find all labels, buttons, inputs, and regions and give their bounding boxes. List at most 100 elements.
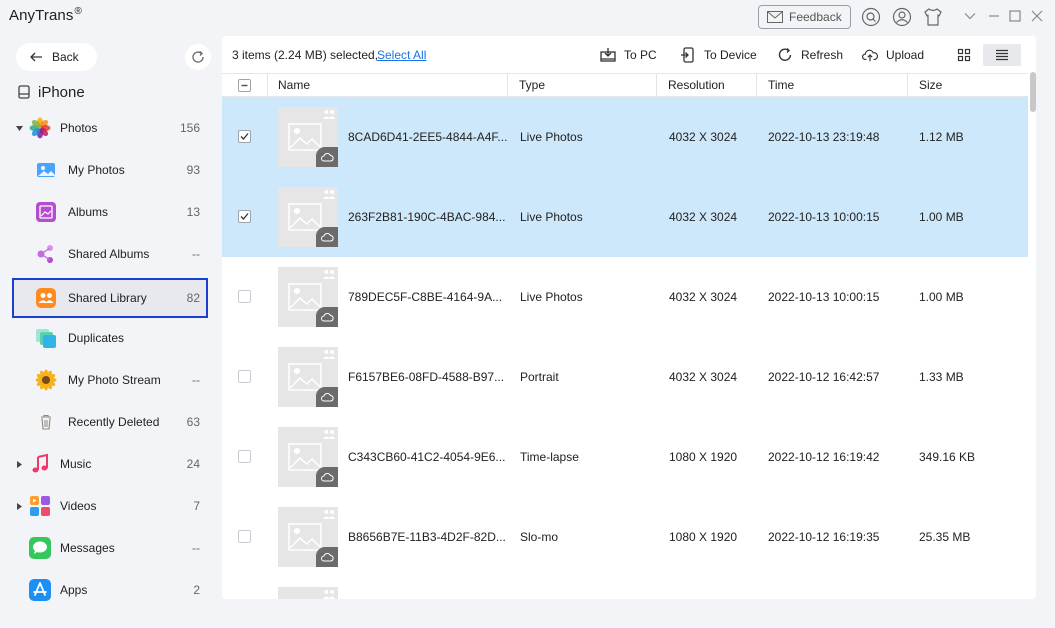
cell-name: F6157BE6-08FD-4588-B97... <box>348 370 505 384</box>
cell-time: 2022-10-12 16:19:35 <box>768 530 880 544</box>
column-divider[interactable] <box>267 74 268 97</box>
grid-view-button[interactable] <box>945 44 983 66</box>
cell-resolution: 4032 X 3024 <box>669 370 738 384</box>
row-checkbox[interactable] <box>238 450 251 463</box>
sidebar-item-label: My Photo Stream <box>68 373 161 387</box>
table-row[interactable]: 8CAD6D41-2EE5-4844-A4F... Live Photos 40… <box>222 97 1028 177</box>
albums-icon <box>34 200 58 224</box>
photo-thumbnail[interactable] <box>278 347 338 407</box>
sidebar-item-albums[interactable]: Albums 13 <box>12 192 208 232</box>
sidebar-item-duplicates[interactable]: Duplicates <box>12 318 208 358</box>
select-all-link[interactable]: Select All <box>377 48 426 62</box>
feedback-button[interactable]: Feedback <box>758 5 851 29</box>
skin-theme-icon[interactable] <box>922 6 944 28</box>
table-row[interactable]: F6157BE6-08FD-4588-B97... Portrait 4032 … <box>222 337 1028 417</box>
cloud-icon <box>320 392 334 401</box>
cell-size: 1.33 MB <box>919 370 964 384</box>
sidebar-item-music[interactable]: Music 24 <box>12 444 208 484</box>
column-divider[interactable] <box>656 74 657 97</box>
table-row[interactable]: C343CB60-41C2-4054-9E6... Time-lapse 108… <box>222 417 1028 497</box>
photo-thumbnail[interactable] <box>278 507 338 567</box>
cell-size: 25.35 MB <box>919 530 971 544</box>
caret-right-icon[interactable] <box>15 501 23 511</box>
sidebar-item-videos[interactable]: Videos 7 <box>12 486 208 526</box>
table-row[interactable]: 789DEC5F-C8BE-4164-9A... Live Photos 403… <box>222 257 1028 337</box>
chevron-down-icon[interactable] <box>963 9 977 23</box>
close-icon[interactable] <box>1030 9 1044 23</box>
column-divider[interactable] <box>507 74 508 97</box>
sidebar-item-shared-library[interactable]: Shared Library 82 <box>12 278 208 318</box>
column-header-type[interactable]: Type <box>519 78 545 92</box>
image-placeholder-icon <box>288 523 322 551</box>
cloud-icon <box>320 552 334 561</box>
phone-icon <box>18 85 30 99</box>
cell-size: 1.00 MB <box>919 290 964 304</box>
table-row[interactable] <box>222 577 1028 599</box>
icloud-badge <box>316 547 338 567</box>
sidebar-item-label: Messages <box>60 541 115 555</box>
cell-time: 2022-10-13 23:19:48 <box>768 130 880 144</box>
column-header-name[interactable]: Name <box>278 78 310 92</box>
photo-thumbnail[interactable] <box>278 187 338 247</box>
caret-right-icon[interactable] <box>15 459 23 469</box>
duplicates-icon <box>34 326 58 350</box>
scrollbar-thumb[interactable] <box>1030 72 1036 112</box>
sidebar-item-shared-albums[interactable]: Shared Albums -- <box>12 234 208 274</box>
computer-export-icon <box>600 48 616 62</box>
scrollbar-track[interactable] <box>1028 73 1036 599</box>
sidebar-item-label: Videos <box>60 499 97 513</box>
cell-name: 789DEC5F-C8BE-4164-9A... <box>348 290 503 304</box>
device-name: iPhone <box>18 82 85 102</box>
cloud-upload-icon <box>862 49 878 62</box>
refresh-button[interactable]: Refresh <box>777 47 843 63</box>
select-all-checkbox[interactable] <box>238 79 251 92</box>
row-checkbox[interactable] <box>238 130 251 143</box>
column-header-resolution[interactable]: Resolution <box>668 78 725 92</box>
cell-resolution: 1080 X 1920 <box>669 530 738 544</box>
shared-people-icon <box>323 190 336 199</box>
photo-thumbnail[interactable] <box>278 427 338 487</box>
cloud-icon <box>320 152 334 161</box>
to-device-button[interactable]: To Device <box>680 47 757 63</box>
column-divider[interactable] <box>907 74 908 97</box>
list-view-button[interactable] <box>983 44 1021 66</box>
back-button[interactable]: Back <box>16 43 97 71</box>
shared-library-icon <box>34 286 58 310</box>
cell-type: Live Photos <box>520 210 583 224</box>
photo-thumbnail[interactable] <box>278 267 338 327</box>
refresh-icon <box>778 48 792 61</box>
column-header-size[interactable]: Size <box>919 78 942 92</box>
maximize-icon[interactable] <box>1008 9 1022 23</box>
sidebar-item-count: -- <box>192 373 200 387</box>
minimize-icon[interactable] <box>987 9 1001 23</box>
cell-type: Live Photos <box>520 290 583 304</box>
row-checkbox[interactable] <box>238 210 251 223</box>
sidebar-item-my-photos[interactable]: My Photos 93 <box>12 150 208 190</box>
sidebar-item-count: 13 <box>186 205 200 219</box>
row-checkbox[interactable] <box>238 530 251 543</box>
cell-resolution: 1080 X 1920 <box>669 450 738 464</box>
row-checkbox[interactable] <box>238 290 251 303</box>
sidebar-item-count: 93 <box>186 163 200 177</box>
photo-thumbnail[interactable] <box>278 587 338 599</box>
column-divider[interactable] <box>756 74 757 97</box>
sidebar-item-apps[interactable]: Apps 2 <box>12 570 208 610</box>
user-account-icon[interactable] <box>891 6 913 28</box>
caret-down-icon[interactable] <box>15 123 23 133</box>
table-row[interactable]: B8656B7E-11B3-4D2F-82D... Slo-mo 1080 X … <box>222 497 1028 577</box>
sidebar-refresh-button[interactable] <box>185 44 211 70</box>
to-pc-button[interactable]: To PC <box>600 47 657 63</box>
column-header-time[interactable]: Time <box>768 78 794 92</box>
photo-thumbnail[interactable] <box>278 107 338 167</box>
refresh-label: Refresh <box>801 48 844 62</box>
row-checkbox[interactable] <box>238 370 251 383</box>
sidebar-item-messages[interactable]: Messages -- <box>12 528 208 568</box>
sidebar-item-recently-deleted[interactable]: Recently Deleted 63 <box>12 402 208 442</box>
table-row[interactable]: 263F2B81-190C-4BAC-984... Live Photos 40… <box>222 177 1028 257</box>
trash-icon <box>34 410 58 434</box>
search-icon[interactable] <box>860 6 882 28</box>
sidebar-item-label: My Photos <box>68 163 125 177</box>
sidebar-item-photos[interactable]: Photos 156 <box>12 108 208 148</box>
upload-button[interactable]: Upload <box>862 47 924 63</box>
sidebar-item-my-photo-stream[interactable]: My Photo Stream -- <box>12 360 208 400</box>
